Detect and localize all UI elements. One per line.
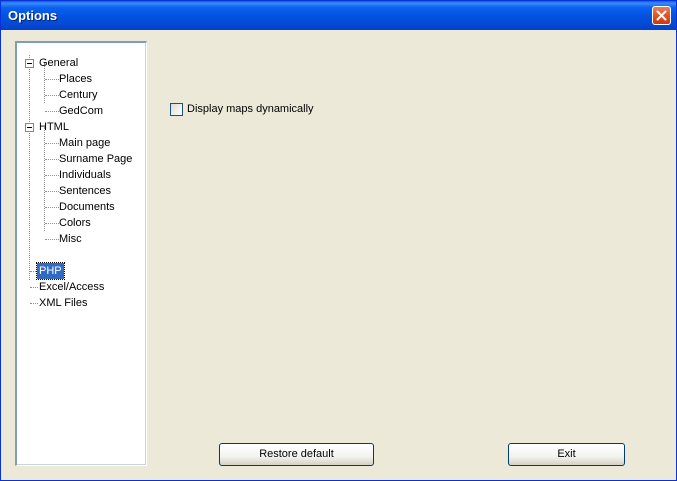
tree-node-century[interactable]: Century <box>57 87 100 103</box>
tree-node-excel-access[interactable]: Excel/Access <box>37 279 106 295</box>
restore-default-button[interactable]: Restore default <box>219 443 374 466</box>
tree-node-label: Main page <box>59 137 111 149</box>
tree-node-label: Places <box>59 73 93 85</box>
tree-node-general[interactable]: General <box>37 55 80 71</box>
tree-node-label: Individuals <box>59 169 111 181</box>
tree-node-label: Century <box>59 89 98 101</box>
tree-node-label: HTML <box>39 121 69 133</box>
display-maps-label[interactable]: Display maps dynamically <box>187 103 314 116</box>
tree-node-places[interactable]: Places <box>57 71 94 87</box>
expand-collapse-html-icon[interactable] <box>25 123 34 132</box>
tree-node-sentences[interactable]: Sentences <box>57 183 113 199</box>
tree-node-label: Documents <box>59 201 115 213</box>
tree-node-xml-files[interactable]: XML Files <box>37 295 90 311</box>
tree-node-label: XML Files <box>39 297 88 309</box>
tree-node-misc[interactable]: Misc <box>57 231 84 247</box>
display-maps-checkbox[interactable] <box>170 103 183 116</box>
dialog-client-area: General Places Century GedCom HTML Main … <box>4 30 673 478</box>
tree-node-main-page[interactable]: Main page <box>57 135 112 151</box>
tree-node-colors[interactable]: Colors <box>57 215 93 231</box>
tree-node-html[interactable]: HTML <box>37 119 71 135</box>
tree-node-individuals[interactable]: Individuals <box>57 167 113 183</box>
tree-node-gedcom[interactable]: GedCom <box>57 103 105 119</box>
tree-node-surname-page[interactable]: Surname Page <box>57 151 134 167</box>
tree-node-label: Colors <box>59 217 91 229</box>
window-title: Options <box>8 8 58 23</box>
tree-node-php[interactable]: PHP <box>36 262 65 280</box>
tree-node-label: General <box>39 57 79 69</box>
tree-node-label: Sentences <box>59 185 111 197</box>
tree-node-label: PHP <box>36 262 65 280</box>
exit-button[interactable]: Exit <box>508 443 625 466</box>
options-window: Options General Places Century GedCom HT… <box>0 0 677 481</box>
tree-node-label: Surname Page <box>59 153 133 165</box>
tree-node-label: GedCom <box>59 105 104 117</box>
close-icon <box>656 10 667 21</box>
title-bar[interactable]: Options <box>1 1 676 30</box>
tree-node-documents[interactable]: Documents <box>57 199 117 215</box>
close-button[interactable] <box>652 6 671 25</box>
tree-node-label: Excel/Access <box>39 281 105 293</box>
options-tree-view[interactable]: General Places Century GedCom HTML Main … <box>15 41 147 466</box>
expand-collapse-general-icon[interactable] <box>25 59 34 68</box>
tree-node-label: Misc <box>59 233 82 245</box>
